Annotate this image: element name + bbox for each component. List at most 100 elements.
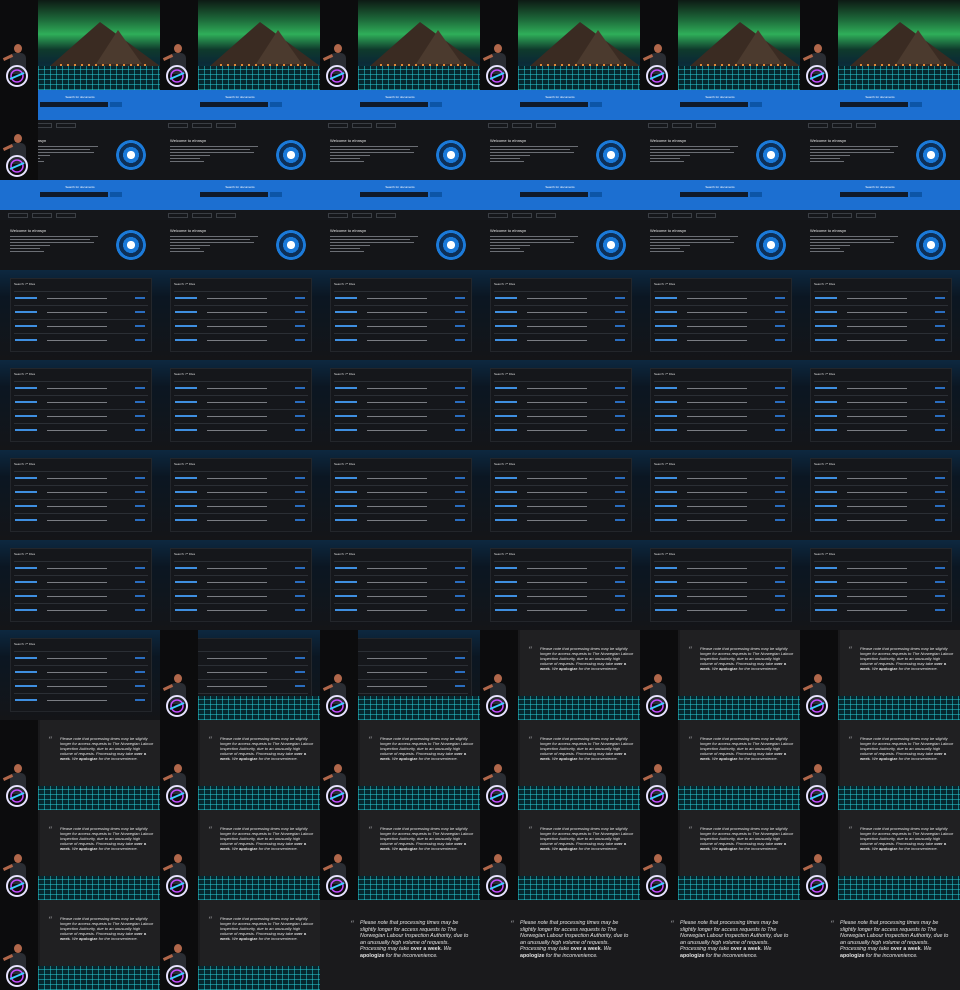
result-link[interactable]	[655, 567, 677, 569]
result-link[interactable]	[655, 519, 677, 521]
result-link[interactable]	[815, 477, 837, 479]
order-button[interactable]	[615, 387, 625, 389]
result-link[interactable]	[335, 609, 357, 611]
order-button[interactable]	[615, 491, 625, 493]
order-button[interactable]	[935, 491, 945, 493]
filter-dropdown[interactable]	[488, 123, 508, 128]
order-button[interactable]	[935, 297, 945, 299]
result-link[interactable]	[15, 657, 37, 659]
order-button[interactable]	[295, 491, 305, 493]
order-button[interactable]	[135, 339, 145, 341]
result-link[interactable]	[655, 581, 677, 583]
result-link[interactable]	[175, 429, 197, 431]
order-button[interactable]	[935, 505, 945, 507]
order-button[interactable]	[295, 387, 305, 389]
order-button[interactable]	[935, 595, 945, 597]
result-link[interactable]	[335, 311, 357, 313]
filter-dropdown[interactable]	[328, 123, 348, 128]
search-button[interactable]	[750, 102, 762, 107]
order-button[interactable]	[135, 595, 145, 597]
result-link[interactable]	[655, 311, 677, 313]
filter-dropdown[interactable]	[648, 213, 668, 218]
search-button[interactable]	[270, 102, 282, 107]
result-link[interactable]	[175, 311, 197, 313]
filter-dropdown[interactable]	[328, 213, 348, 218]
filter-dropdown[interactable]	[376, 213, 396, 218]
result-link[interactable]	[175, 325, 197, 327]
result-link[interactable]	[815, 297, 837, 299]
order-button[interactable]	[935, 311, 945, 313]
result-link[interactable]	[335, 387, 357, 389]
result-link[interactable]	[15, 581, 37, 583]
result-link[interactable]	[495, 325, 517, 327]
order-button[interactable]	[935, 339, 945, 341]
result-link[interactable]	[495, 297, 517, 299]
result-link[interactable]	[655, 339, 677, 341]
order-button[interactable]	[135, 477, 145, 479]
result-link[interactable]	[495, 477, 517, 479]
result-link[interactable]	[15, 505, 37, 507]
result-link[interactable]	[495, 567, 517, 569]
result-link[interactable]	[655, 491, 677, 493]
order-button[interactable]	[135, 567, 145, 569]
order-button[interactable]	[615, 567, 625, 569]
result-link[interactable]	[655, 595, 677, 597]
order-button[interactable]	[775, 325, 785, 327]
result-link[interactable]	[335, 519, 357, 521]
result-link[interactable]	[15, 339, 37, 341]
result-link[interactable]	[655, 387, 677, 389]
result-link[interactable]	[15, 519, 37, 521]
result-link[interactable]	[655, 477, 677, 479]
filter-dropdown[interactable]	[648, 123, 668, 128]
order-button[interactable]	[135, 581, 145, 583]
order-button[interactable]	[615, 429, 625, 431]
result-link[interactable]	[815, 519, 837, 521]
order-button[interactable]	[135, 699, 145, 701]
search-input[interactable]	[840, 102, 908, 107]
order-button[interactable]	[295, 325, 305, 327]
filter-dropdown[interactable]	[856, 123, 876, 128]
search-input[interactable]	[520, 102, 588, 107]
result-link[interactable]	[495, 595, 517, 597]
filter-dropdown[interactable]	[856, 213, 876, 218]
order-button[interactable]	[135, 609, 145, 611]
order-button[interactable]	[295, 339, 305, 341]
result-link[interactable]	[815, 401, 837, 403]
filter-dropdown[interactable]	[56, 213, 76, 218]
filter-dropdown[interactable]	[192, 123, 212, 128]
result-link[interactable]	[335, 401, 357, 403]
order-button[interactable]	[135, 325, 145, 327]
order-button[interactable]	[775, 581, 785, 583]
result-link[interactable]	[175, 595, 197, 597]
result-link[interactable]	[15, 685, 37, 687]
result-link[interactable]	[335, 339, 357, 341]
filter-dropdown[interactable]	[696, 123, 716, 128]
search-input[interactable]	[840, 192, 908, 197]
filter-dropdown[interactable]	[512, 123, 532, 128]
search-button[interactable]	[110, 192, 122, 197]
filter-dropdown[interactable]	[192, 213, 212, 218]
order-button[interactable]	[935, 477, 945, 479]
filter-dropdown[interactable]	[512, 213, 532, 218]
order-button[interactable]	[135, 415, 145, 417]
order-button[interactable]	[135, 657, 145, 659]
result-link[interactable]	[655, 609, 677, 611]
order-button[interactable]	[775, 595, 785, 597]
order-button[interactable]	[135, 505, 145, 507]
result-link[interactable]	[15, 387, 37, 389]
result-link[interactable]	[655, 325, 677, 327]
order-button[interactable]	[935, 387, 945, 389]
order-button[interactable]	[455, 657, 465, 659]
result-link[interactable]	[655, 415, 677, 417]
result-link[interactable]	[495, 519, 517, 521]
order-button[interactable]	[455, 685, 465, 687]
filter-dropdown[interactable]	[536, 213, 556, 218]
search-button[interactable]	[590, 192, 602, 197]
order-button[interactable]	[455, 401, 465, 403]
result-link[interactable]	[175, 491, 197, 493]
search-input[interactable]	[680, 192, 748, 197]
result-link[interactable]	[335, 415, 357, 417]
result-link[interactable]	[15, 477, 37, 479]
search-input[interactable]	[520, 192, 588, 197]
filter-dropdown[interactable]	[352, 123, 372, 128]
